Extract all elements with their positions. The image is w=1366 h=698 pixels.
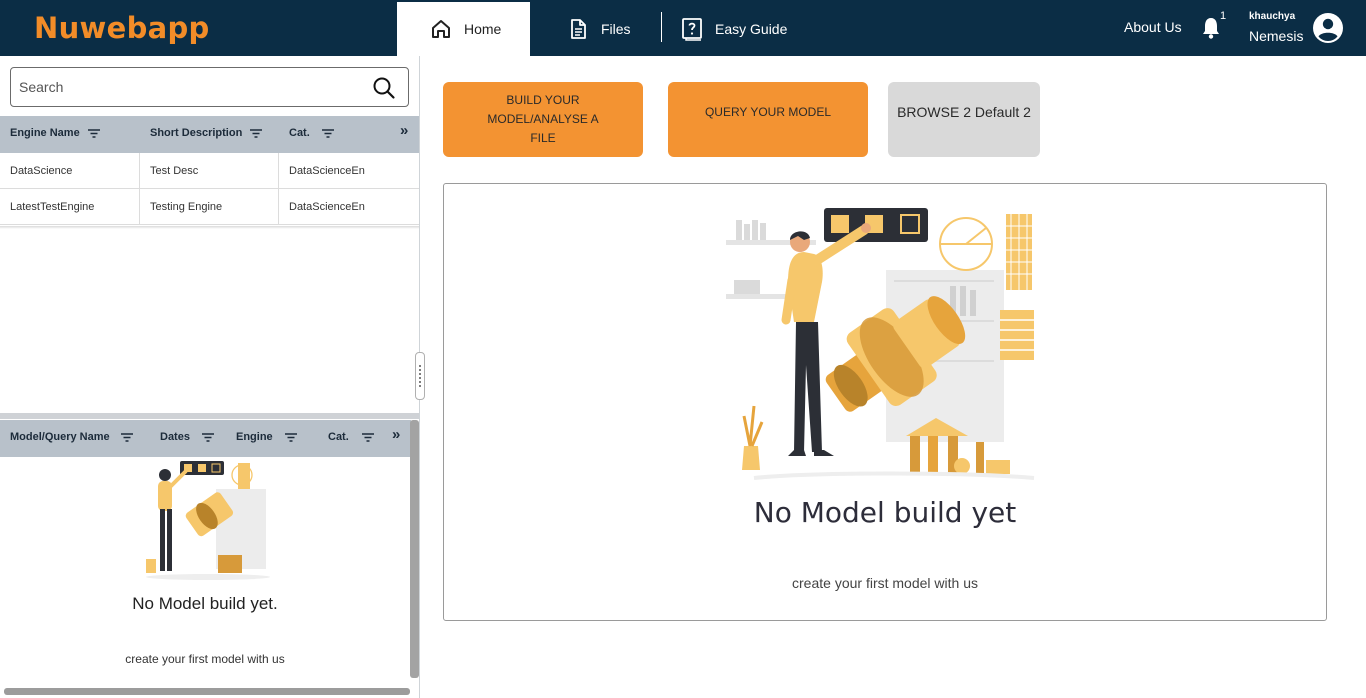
table-row[interactable]: LatestTestEngine Testing Engine DataScie… — [0, 189, 419, 225]
browse-button[interactable]: BROWSE 2 Default 2 — [888, 82, 1040, 157]
cell-category: DataScienceEn — [289, 165, 365, 177]
filter-icon[interactable] — [201, 432, 214, 442]
engines-grid-header: Engine Name Short Description Cat. » — [0, 116, 419, 153]
models-grid-header: Model/Query Name Dates Engine Cat. » — [0, 420, 411, 457]
empty-state-subtitle: create your first model with us — [792, 575, 978, 591]
cell-category: DataScienceEn — [289, 201, 365, 213]
filter-icon[interactable] — [361, 432, 374, 442]
empty-state-title: No Model build yet — [753, 496, 1017, 529]
column-header-engine[interactable]: Engine — [236, 431, 297, 443]
expand-columns-icon[interactable]: » — [400, 122, 408, 139]
column-label: Short Description — [150, 127, 243, 139]
horizontal-scrollbar[interactable] — [4, 688, 410, 695]
query-model-button[interactable]: QUERY YOUR MODEL — [668, 82, 868, 157]
cell-engine-name: DataScience — [0, 153, 140, 189]
main-empty-state-card: No Model build yet create your first mod… — [443, 183, 1327, 621]
tab-easy-guide-label: Easy Guide — [715, 21, 788, 37]
user-avatar-icon[interactable] — [1313, 13, 1343, 48]
help-book-icon — [682, 18, 702, 41]
filter-icon[interactable] — [250, 128, 263, 138]
home-icon — [432, 20, 450, 38]
column-header-engine-name[interactable]: Engine Name — [10, 127, 100, 139]
user-org: Nemesis — [1249, 28, 1304, 44]
notification-count: 1 — [1220, 10, 1227, 22]
column-header-dates[interactable]: Dates — [160, 431, 214, 443]
empty-state-title: No Model build yet. — [132, 594, 278, 613]
cell-short-description: Testing Engine — [140, 189, 279, 225]
empty-state-subtitle: create your first model with us — [125, 652, 285, 666]
grid-shadow — [0, 226, 419, 229]
column-header-category[interactable]: Cat. — [289, 127, 334, 139]
tab-divider — [661, 12, 662, 42]
filter-icon[interactable] — [120, 432, 133, 442]
column-label: Cat. — [328, 431, 349, 443]
column-header-category[interactable]: Cat. — [328, 431, 374, 443]
search-icon[interactable] — [372, 76, 396, 100]
tab-files[interactable]: Files — [566, 2, 631, 56]
app-logo[interactable]: Nuwebapp — [34, 11, 210, 45]
empty-state-illustration — [726, 208, 1035, 480]
build-model-button[interactable]: BUILD YOUR MODEL/ANALYSE A FILE — [443, 82, 643, 157]
column-header-short-description[interactable]: Short Description — [150, 127, 263, 139]
left-panel: Engine Name Short Description Cat. » Dat… — [0, 56, 420, 698]
top-nav-bar: Nuwebapp Home Files Easy Guide About Us … — [0, 0, 1366, 56]
vertical-splitter-handle[interactable] — [415, 352, 425, 400]
expand-columns-icon[interactable]: » — [392, 426, 400, 443]
horizontal-splitter[interactable] — [0, 413, 419, 419]
tab-files-label: Files — [601, 21, 631, 37]
about-us-link[interactable]: About Us — [1124, 19, 1182, 35]
user-name: khauchya — [1249, 11, 1296, 22]
column-label: Engine Name — [10, 127, 80, 139]
notification-bell-icon[interactable] — [1200, 16, 1222, 45]
column-label: Dates — [160, 431, 190, 443]
column-label: Model/Query Name — [10, 431, 110, 443]
column-label: Cat. — [289, 127, 310, 139]
file-icon — [571, 19, 586, 39]
cell-short-description: Test Desc — [140, 153, 279, 189]
filter-icon[interactable] — [284, 432, 297, 442]
tab-home[interactable]: Home — [397, 2, 530, 56]
filter-icon[interactable] — [321, 128, 334, 138]
column-header-model-query-name[interactable]: Model/Query Name — [10, 431, 133, 443]
vertical-scrollbar[interactable] — [410, 420, 419, 678]
filter-icon[interactable] — [87, 128, 100, 138]
search-box — [10, 67, 409, 107]
tab-easy-guide[interactable]: Easy Guide — [680, 2, 787, 56]
search-input[interactable] — [19, 77, 359, 97]
tab-home-label: Home — [464, 21, 502, 37]
empty-state-illustration — [146, 461, 270, 580]
column-label: Engine — [236, 431, 273, 443]
table-row[interactable]: DataScience Test Desc DataScienceEn — [0, 153, 419, 189]
cell-engine-name: LatestTestEngine — [0, 189, 140, 225]
